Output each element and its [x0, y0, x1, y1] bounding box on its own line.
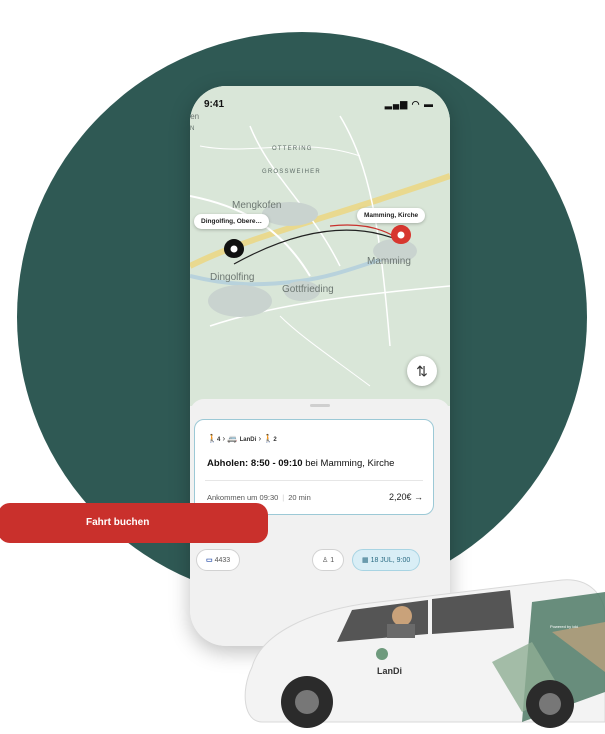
pickup-line: Abholen: 8:50 - 09:10 bei Mamming, Kirch… — [207, 458, 394, 469]
bus-icon: 🚐 — [227, 434, 238, 443]
map-city-mengkofen: Mengkofen — [232, 200, 282, 211]
origin-label[interactable]: Dingolfing, Obere… — [194, 214, 270, 229]
arrival-time: Ankommen um 09:30 — [207, 493, 279, 502]
map-town-ottering: OTTERING — [272, 146, 313, 152]
walk-icon: 🚶 — [207, 434, 217, 443]
status-bar: 9:41 ▂▄▆ ◠ ▬ — [190, 86, 450, 116]
passenger-pill[interactable]: ♙ 1 — [312, 549, 345, 571]
status-time: 9:41 — [204, 99, 225, 110]
van-brand: LanDi — [377, 666, 402, 676]
trip-duration: 20 min — [288, 493, 311, 502]
pickup-place: bei Mamming, Kirche — [305, 458, 395, 469]
map-fragment-2: N — [190, 126, 196, 132]
status-icons: ▂▄▆ ◠ ▬ — [384, 99, 434, 109]
swap-route-icon: ⇅ — [416, 363, 428, 379]
van-illustration: LanDi Powered by ioki — [244, 579, 605, 728]
map-roads — [190, 115, 450, 387]
pickup-time: 8:50 - 09:10 — [250, 458, 303, 469]
passenger-count: 1 — [330, 557, 335, 564]
phone-mockup: 9:41 ▂▄▆ ◠ ▬ fen N OTTERING GROSSWEIHER … — [190, 86, 450, 646]
date-value: 18 JUL, 9:00 — [370, 557, 411, 564]
map-city-gottfrieding: Gottfrieding — [282, 284, 334, 295]
map-city-mamming: Mamming — [367, 256, 411, 267]
date-pill[interactable]: ▦ 18 JUL, 9:00 — [352, 549, 421, 571]
walk-start-minutes: 4 — [216, 437, 221, 443]
calendar-icon: ▦ — [362, 557, 369, 564]
ticket-id: 4433 — [214, 557, 231, 564]
card-divider — [205, 480, 423, 481]
walk-icon: 🚶 — [263, 434, 274, 443]
ticket-pill[interactable]: ▭ 4433 — [196, 549, 241, 571]
arrival-info: Ankommen um 09:30 | 20 min — [207, 493, 311, 502]
book-ride-button[interactable]: Fahrt buchen — [0, 503, 268, 543]
sheet-handle[interactable] — [310, 404, 330, 407]
pickup-label: Abholen: — [207, 458, 249, 469]
person-icon: ♙ — [322, 557, 329, 564]
ticket-icon: ▭ — [206, 557, 213, 564]
destination-pin-icon[interactable] — [391, 225, 411, 244]
map-city-dingolfing: Dingolfing — [210, 272, 255, 283]
destination-label[interactable]: Mamming, Kirche — [357, 208, 426, 223]
map-fragment-1: fen — [190, 112, 200, 121]
walk-end-minutes: 2 — [273, 437, 277, 443]
van-powered-by: Powered by ioki — [550, 624, 578, 629]
map-view[interactable]: 9:41 ▂▄▆ ◠ ▬ fen N OTTERING GROSSWEIHER … — [190, 86, 450, 406]
map-town-grossweiher: GROSSWEIHER — [262, 169, 321, 175]
route-summary: 🚶4 › 🚐 LanDi › 🚶2 — [207, 434, 277, 443]
book-ride-label: Fahrt buchen — [86, 517, 150, 528]
operator-logo: LanDi — [239, 437, 257, 443]
trip-price[interactable]: 2,20€ → — [389, 492, 423, 502]
swap-route-button[interactable]: ⇅ — [407, 356, 437, 386]
trip-card[interactable]: 🚶4 › 🚐 LanDi › 🚶2 Abholen: 8:50 - 09:10 … — [194, 419, 434, 515]
